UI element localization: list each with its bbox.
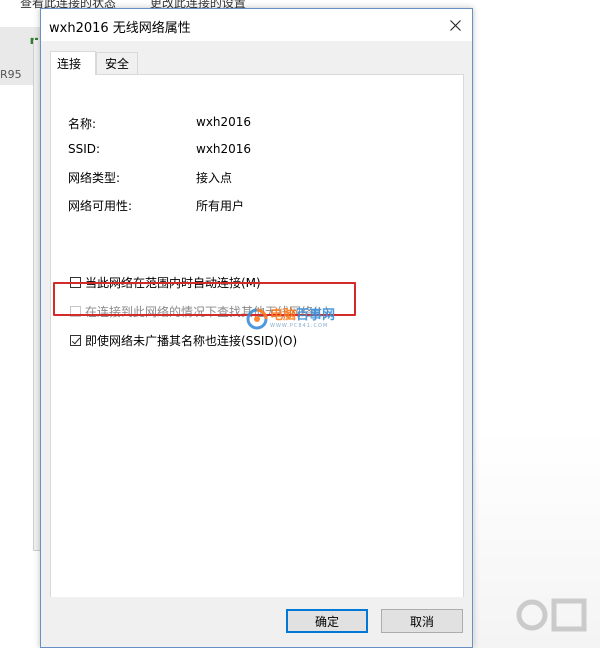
property-label: 名称: [68, 117, 97, 131]
tab-strip: 连接 安全 [50, 51, 139, 75]
property-availability-row: 网络可用性: 所有用户 [68, 197, 244, 214]
watermark-logo-icon [246, 308, 268, 330]
connect-hidden-ssid-label[interactable]: 即使网络未广播其名称也连接(SSID)(O) [85, 332, 297, 349]
dialog-content: 连接 安全 名称: wxh2016 SSID: wxh2016 网络类型: 接入… [41, 41, 472, 647]
dialog-footer: 确定 取消 [41, 597, 472, 647]
connect-hidden-ssid-checkbox[interactable] [70, 335, 81, 346]
property-value: wxh2016 [196, 115, 252, 129]
connect-hidden-ssid-option[interactable]: 即使网络未广播其名称也连接(SSID)(O) [70, 332, 297, 349]
tab-security[interactable]: 安全 [96, 52, 139, 74]
property-label: 网络可用性: [68, 199, 133, 213]
property-value: 所有用户 [196, 199, 245, 213]
property-value: wxh2016 [196, 142, 252, 156]
property-value: 接入点 [196, 171, 233, 185]
property-name-row: 名称: wxh2016 [68, 115, 251, 132]
corner-watermark-icon [516, 598, 587, 632]
corner-watermark [514, 593, 594, 642]
dialog-title: wxh2016 无线网络属性 [49, 21, 191, 36]
titlebar[interactable]: wxh2016 无线网络属性 [41, 9, 472, 41]
watermark-text: 电脑百事网 WWW.PC841.COM [270, 309, 335, 330]
ok-button[interactable]: 确定 [286, 609, 368, 633]
property-label: 网络类型: [68, 171, 121, 185]
watermark-title-blue: 百事网 [296, 308, 336, 323]
background-side-text: R95 [0, 68, 22, 81]
property-label: SSID: [68, 142, 101, 156]
property-network-type-row: 网络类型: 接入点 [68, 169, 232, 186]
connection-panel: 名称: wxh2016 SSID: wxh2016 网络类型: 接入点 网络可用… [50, 74, 464, 598]
cancel-button[interactable]: 取消 [381, 609, 463, 633]
close-icon [449, 19, 461, 31]
site-watermark: 电脑百事网 WWW.PC841.COM [246, 308, 335, 330]
watermark-title-orange: 电脑 [270, 308, 297, 323]
close-button[interactable] [440, 11, 470, 39]
watermark-title: 电脑百事网 [270, 309, 335, 323]
property-ssid-row: SSID: wxh2016 [68, 142, 251, 156]
screen: 查看此连接的状态 更改此连接的设置 ▮▮ R95 wxh2016 无线网络属性 … [0, 0, 600, 648]
tab-connection[interactable]: 连接 [50, 51, 97, 75]
watermark-url: WWW.PC841.COM [270, 323, 329, 329]
